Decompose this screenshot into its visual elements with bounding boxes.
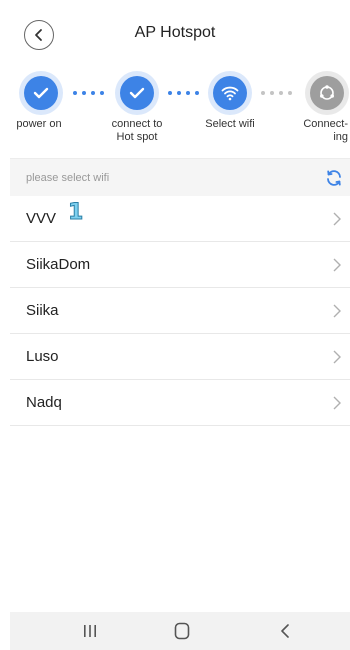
check-icon xyxy=(129,87,145,99)
system-nav-bar xyxy=(10,612,350,650)
home-button[interactable] xyxy=(170,621,194,641)
step-connector xyxy=(73,91,104,95)
wifi-name: VVV xyxy=(26,210,57,227)
refresh-icon[interactable] xyxy=(324,168,344,188)
connecting-icon xyxy=(320,85,334,100)
wifi-name: Siika xyxy=(26,302,59,319)
annotation-badge: 1 xyxy=(67,200,84,226)
recent-apps-button[interactable] xyxy=(78,621,102,641)
wifi-name: Luso xyxy=(26,348,59,365)
wifi-list-header: please select wifi xyxy=(10,158,350,196)
step-connector xyxy=(168,91,199,95)
wifi-name: Nadq xyxy=(26,394,62,411)
back-arrow-icon xyxy=(281,624,289,638)
step-connect-hotspot-icon xyxy=(120,76,154,110)
check-icon xyxy=(33,87,49,99)
recent-apps-icon xyxy=(84,625,96,637)
wifi-item-siika[interactable]: Siika xyxy=(10,288,350,334)
header: AP Hotspot xyxy=(0,0,350,66)
step-label: power on xyxy=(16,118,62,130)
wifi-item-nadq[interactable]: Nadq xyxy=(10,380,350,426)
back-nav-button[interactable] xyxy=(273,621,297,641)
wifi-item-vvv[interactable]: VVV 1 xyxy=(10,196,350,242)
wifi-name: SiikaDom xyxy=(26,256,91,273)
home-icon xyxy=(174,622,190,640)
step-label: connect to Hot spot xyxy=(111,118,163,143)
chevron-right-icon xyxy=(333,350,341,364)
step-select-wifi-icon xyxy=(213,76,247,110)
chevron-right-icon xyxy=(333,212,341,226)
step-label: Connect- ing xyxy=(303,118,348,143)
chevron-right-icon xyxy=(333,258,341,272)
step-connecting-icon xyxy=(310,76,344,110)
wifi-item-siikadom[interactable]: SiikaDom xyxy=(10,242,350,288)
progress-steps: power on connect to Hot spot Select wifi… xyxy=(0,72,350,152)
wifi-icon xyxy=(221,86,239,101)
wifi-list: VVV 1 SiikaDom Siika Luso Nadq xyxy=(10,196,350,426)
list-header-label: please select wifi xyxy=(26,172,110,184)
wifi-item-luso[interactable]: Luso xyxy=(10,334,350,380)
chevron-right-icon xyxy=(333,396,341,410)
step-power-on-icon xyxy=(24,76,58,110)
step-connector xyxy=(261,91,292,95)
chevron-right-icon xyxy=(333,304,341,318)
step-label: Select wifi xyxy=(205,118,255,130)
page-title: AP Hotspot xyxy=(134,24,216,41)
